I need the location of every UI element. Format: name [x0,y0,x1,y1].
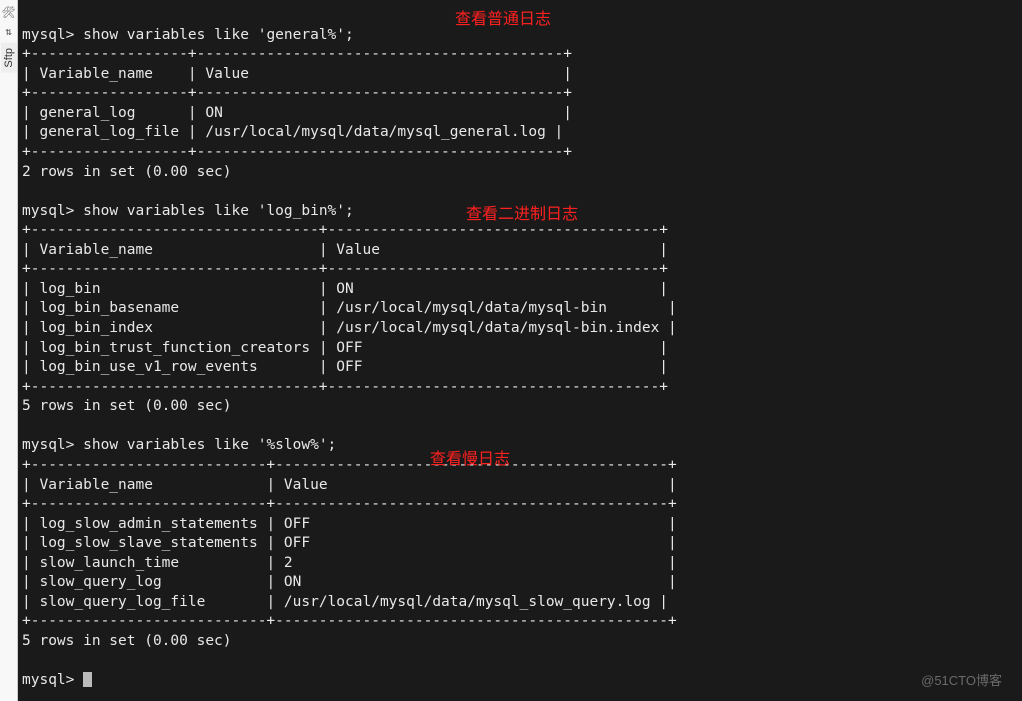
arrows-icon[interactable]: ⇅ [2,24,16,38]
table-2: +---------------------------------+-----… [22,222,677,395]
prompt: mysql> [22,203,74,219]
command-2: show variables like 'log_bin%'; [83,203,354,219]
footer-1: 2 rows in set (0.00 sec) [22,164,232,180]
command-3: show variables like '%slow%'; [83,437,336,453]
prompt: mysql> [22,437,74,453]
sftp-tab[interactable]: Sftp [1,43,17,73]
terminal-output[interactable]: mysql> show variables like 'general%'; +… [18,0,1022,701]
footer-3: 5 rows in set (0.00 sec) [22,633,232,649]
table-3: +---------------------------+-----------… [22,457,677,630]
sidebar: 🛠 ⇅ Sftp [0,0,18,701]
footer-2: 5 rows in set (0.00 sec) [22,398,232,414]
command-1: show variables like 'general%'; [83,27,354,43]
prompt: mysql> [22,27,74,43]
table-1: +------------------+--------------------… [22,46,572,160]
tools-icon[interactable]: 🛠 [2,5,16,19]
prompt: mysql> [22,672,74,688]
cursor [83,672,92,687]
